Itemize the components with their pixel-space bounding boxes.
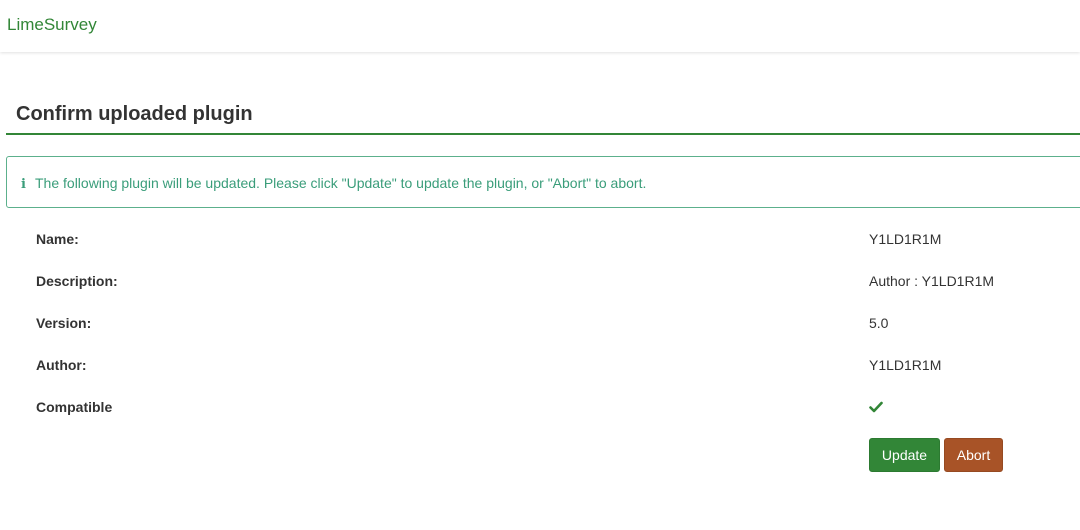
check-icon bbox=[869, 401, 883, 413]
detail-label: Author: bbox=[36, 357, 87, 373]
detail-row-version: Version: 5.0 bbox=[0, 313, 1080, 355]
detail-row-name: Name: Y1LD1R1M bbox=[0, 229, 1080, 271]
detail-label: Name: bbox=[36, 231, 79, 247]
detail-row-description: Description: Author : Y1LD1R1M bbox=[0, 271, 1080, 313]
update-button[interactable]: Update bbox=[869, 438, 940, 472]
detail-label: Description: bbox=[36, 273, 118, 289]
abort-button[interactable]: Abort bbox=[944, 438, 1003, 472]
detail-value: Y1LD1R1M bbox=[869, 357, 942, 373]
detail-value: 5.0 bbox=[869, 315, 889, 331]
alert-message: The following plugin will be updated. Pl… bbox=[35, 175, 647, 191]
page-title: Confirm uploaded plugin bbox=[6, 98, 1080, 135]
detail-row-author: Author: Y1LD1R1M bbox=[0, 355, 1080, 397]
info-icon: i bbox=[21, 177, 26, 192]
info-alert: i The following plugin will be updated. P… bbox=[6, 156, 1080, 208]
detail-label: Compatible bbox=[36, 399, 113, 415]
brand-link[interactable]: LimeSurvey bbox=[7, 15, 97, 35]
top-navbar: LimeSurvey bbox=[0, 0, 1080, 52]
detail-label: Version: bbox=[36, 315, 92, 331]
detail-value: Author : Y1LD1R1M bbox=[869, 273, 995, 289]
detail-row-compatible: Compatible bbox=[0, 397, 1080, 439]
detail-value: Y1LD1R1M bbox=[869, 231, 942, 247]
